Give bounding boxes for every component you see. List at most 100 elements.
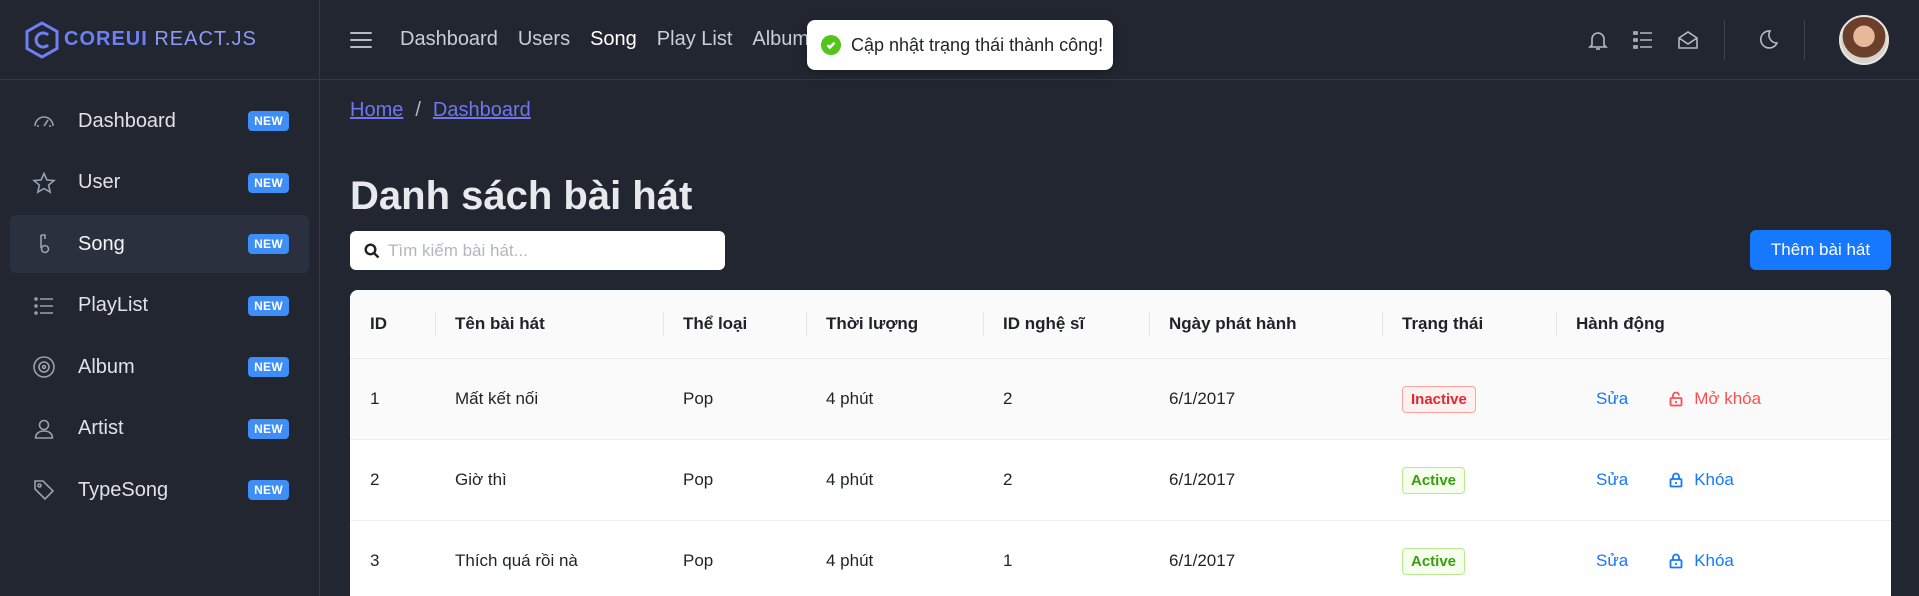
sidebar-item-label: PlayList [78,294,149,316]
sidebar: COREUI REACT.JS Dashboard NEW User NEW S… [0,0,320,596]
search-input[interactable] [388,240,708,261]
top-nav-song[interactable]: Song [590,28,637,51]
lock-button[interactable]: Khóa [1668,470,1734,490]
new-badge: NEW [248,111,289,131]
header-actions [1569,0,1919,80]
sidebar-item-user[interactable]: User NEW [10,154,309,212]
column-header-status[interactable]: Trạng thái [1382,290,1556,359]
cell-name: Mất kết nối [435,358,663,440]
unlock-label: Mở khóa [1694,388,1762,408]
lock-label: Khóa [1694,469,1734,489]
top-nav: Dashboard Users Song Play List Album [400,28,809,51]
cell-status: Inactive [1382,358,1556,440]
column-header-duration[interactable]: Thời lượng [806,290,983,359]
sidebar-item-label: TypeSong [78,478,169,501]
status-badge: Inactive [1402,385,1476,413]
new-badge: NEW [248,418,289,439]
search-icon [364,242,380,258]
coreui-logo-icon [25,20,59,59]
sidebar-nav: Dashboard NEW User NEW Song NEW PlayList… [0,80,319,535]
header-divider [1804,20,1805,60]
unlock-icon [1669,391,1683,406]
top-nav-album[interactable]: Album [752,28,809,51]
top-header: Dashboard Users Song Play List Album [320,0,1919,80]
user-icon [30,415,58,443]
hamburger-menu-icon[interactable] [350,30,372,50]
header-divider [1724,20,1725,60]
moon-icon[interactable] [1752,24,1784,56]
sidebar-item-label: Song [78,232,125,255]
sidebar-item-song[interactable]: Song NEW [10,215,309,273]
lock-icon [1669,472,1683,487]
cell-duration: 4 phút [806,358,983,440]
star-icon [30,169,58,197]
list-icon [30,292,58,320]
success-toast: Cập nhật trạng thái thành công! [807,20,1113,70]
search-box[interactable] [350,231,725,270]
new-badge: NEW [248,172,289,193]
avatar[interactable] [1839,15,1889,65]
music-note-icon [30,230,58,258]
toast-message: Cập nhật trạng thái thành công! [851,34,1104,55]
status-badge: Active [1402,547,1466,575]
sidebar-item-label: User [78,171,121,193]
list-icon[interactable] [1627,24,1659,56]
brand-name-bold: COREUI [64,28,148,50]
column-header-genre[interactable]: Thể loại [663,290,806,359]
new-badge: NEW [248,357,289,377]
cell-duration: 4 phút [806,439,983,521]
top-nav-playlist[interactable]: Play List [657,28,733,51]
lock-button[interactable]: Khóa [1668,551,1734,571]
edit-button[interactable]: Sửa [1596,470,1628,490]
envelope-icon[interactable] [1672,24,1704,56]
cell-actions: Sửa Khóa [1556,520,1891,596]
cell-name: Giờ thì [435,439,663,521]
edit-button[interactable]: Sửa [1596,551,1628,571]
status-badge: Active [1402,466,1466,494]
sidebar-item-artist[interactable]: Artist NEW [10,400,309,458]
cell-id: 3 [350,520,435,596]
songs-table: ID Tên bài hát Thể loại Thời lượng ID ng… [350,290,1891,596]
sidebar-item-dashboard[interactable]: Dashboard NEW [10,92,309,150]
breadcrumb-dashboard[interactable]: Dashboard [433,99,531,122]
new-badge: NEW [248,295,289,316]
lock-label: Khóa [1694,550,1734,570]
sidebar-item-album[interactable]: Album NEW [10,338,309,396]
cell-actions: Sửa Mở khóa [1556,358,1891,440]
sidebar-item-label: Dashboard [78,109,176,132]
new-badge: NEW [248,480,289,500]
check-circle-icon [821,35,841,55]
cell-genre: Pop [663,439,806,521]
top-nav-users[interactable]: Users [518,28,570,51]
bell-icon[interactable] [1582,24,1614,56]
column-header-actions: Hành động [1556,290,1891,359]
sidebar-item-playlist[interactable]: PlayList NEW [10,277,309,335]
column-header-release-date[interactable]: Ngày phát hành [1149,290,1382,359]
column-header-name[interactable]: Tên bài hát [435,290,663,359]
column-header-id[interactable]: ID [350,290,435,359]
tag-icon [30,476,58,504]
edit-button[interactable]: Sửa [1596,389,1628,409]
table-row: 3 Thích quá rồi nà Pop 4 phút 1 6/1/2017… [350,520,1891,596]
add-song-button[interactable]: Thêm bài hát [1750,230,1891,270]
cell-artist-id: 2 [983,439,1149,521]
cell-release-date: 6/1/2017 [1149,439,1382,521]
table-row: 2 Giờ thì Pop 4 phút 2 6/1/2017 Active S… [350,439,1891,521]
brand-name-light: REACT.JS [154,28,257,50]
sidebar-item-typesong[interactable]: TypeSong NEW [10,461,309,519]
table-header-row: ID Tên bài hát Thể loại Thời lượng ID ng… [350,290,1891,359]
breadcrumb-separator: / [415,99,421,121]
cell-id: 1 [350,358,435,440]
breadcrumb-home[interactable]: Home [350,99,403,122]
disc-icon [30,353,58,381]
brand-logo[interactable]: COREUI REACT.JS [0,0,319,80]
unlock-button[interactable]: Mở khóa [1668,389,1761,409]
cell-release-date: 6/1/2017 [1149,358,1382,440]
cell-release-date: 6/1/2017 [1149,520,1382,596]
top-nav-dashboard[interactable]: Dashboard [400,28,498,51]
breadcrumb: Home / Dashboard [350,99,531,122]
column-header-artist-id[interactable]: ID nghệ sĩ [983,290,1149,359]
cell-actions: Sửa Khóa [1556,439,1891,521]
page-title: Danh sách bài hát [350,174,693,218]
cell-status: Active [1382,439,1556,521]
